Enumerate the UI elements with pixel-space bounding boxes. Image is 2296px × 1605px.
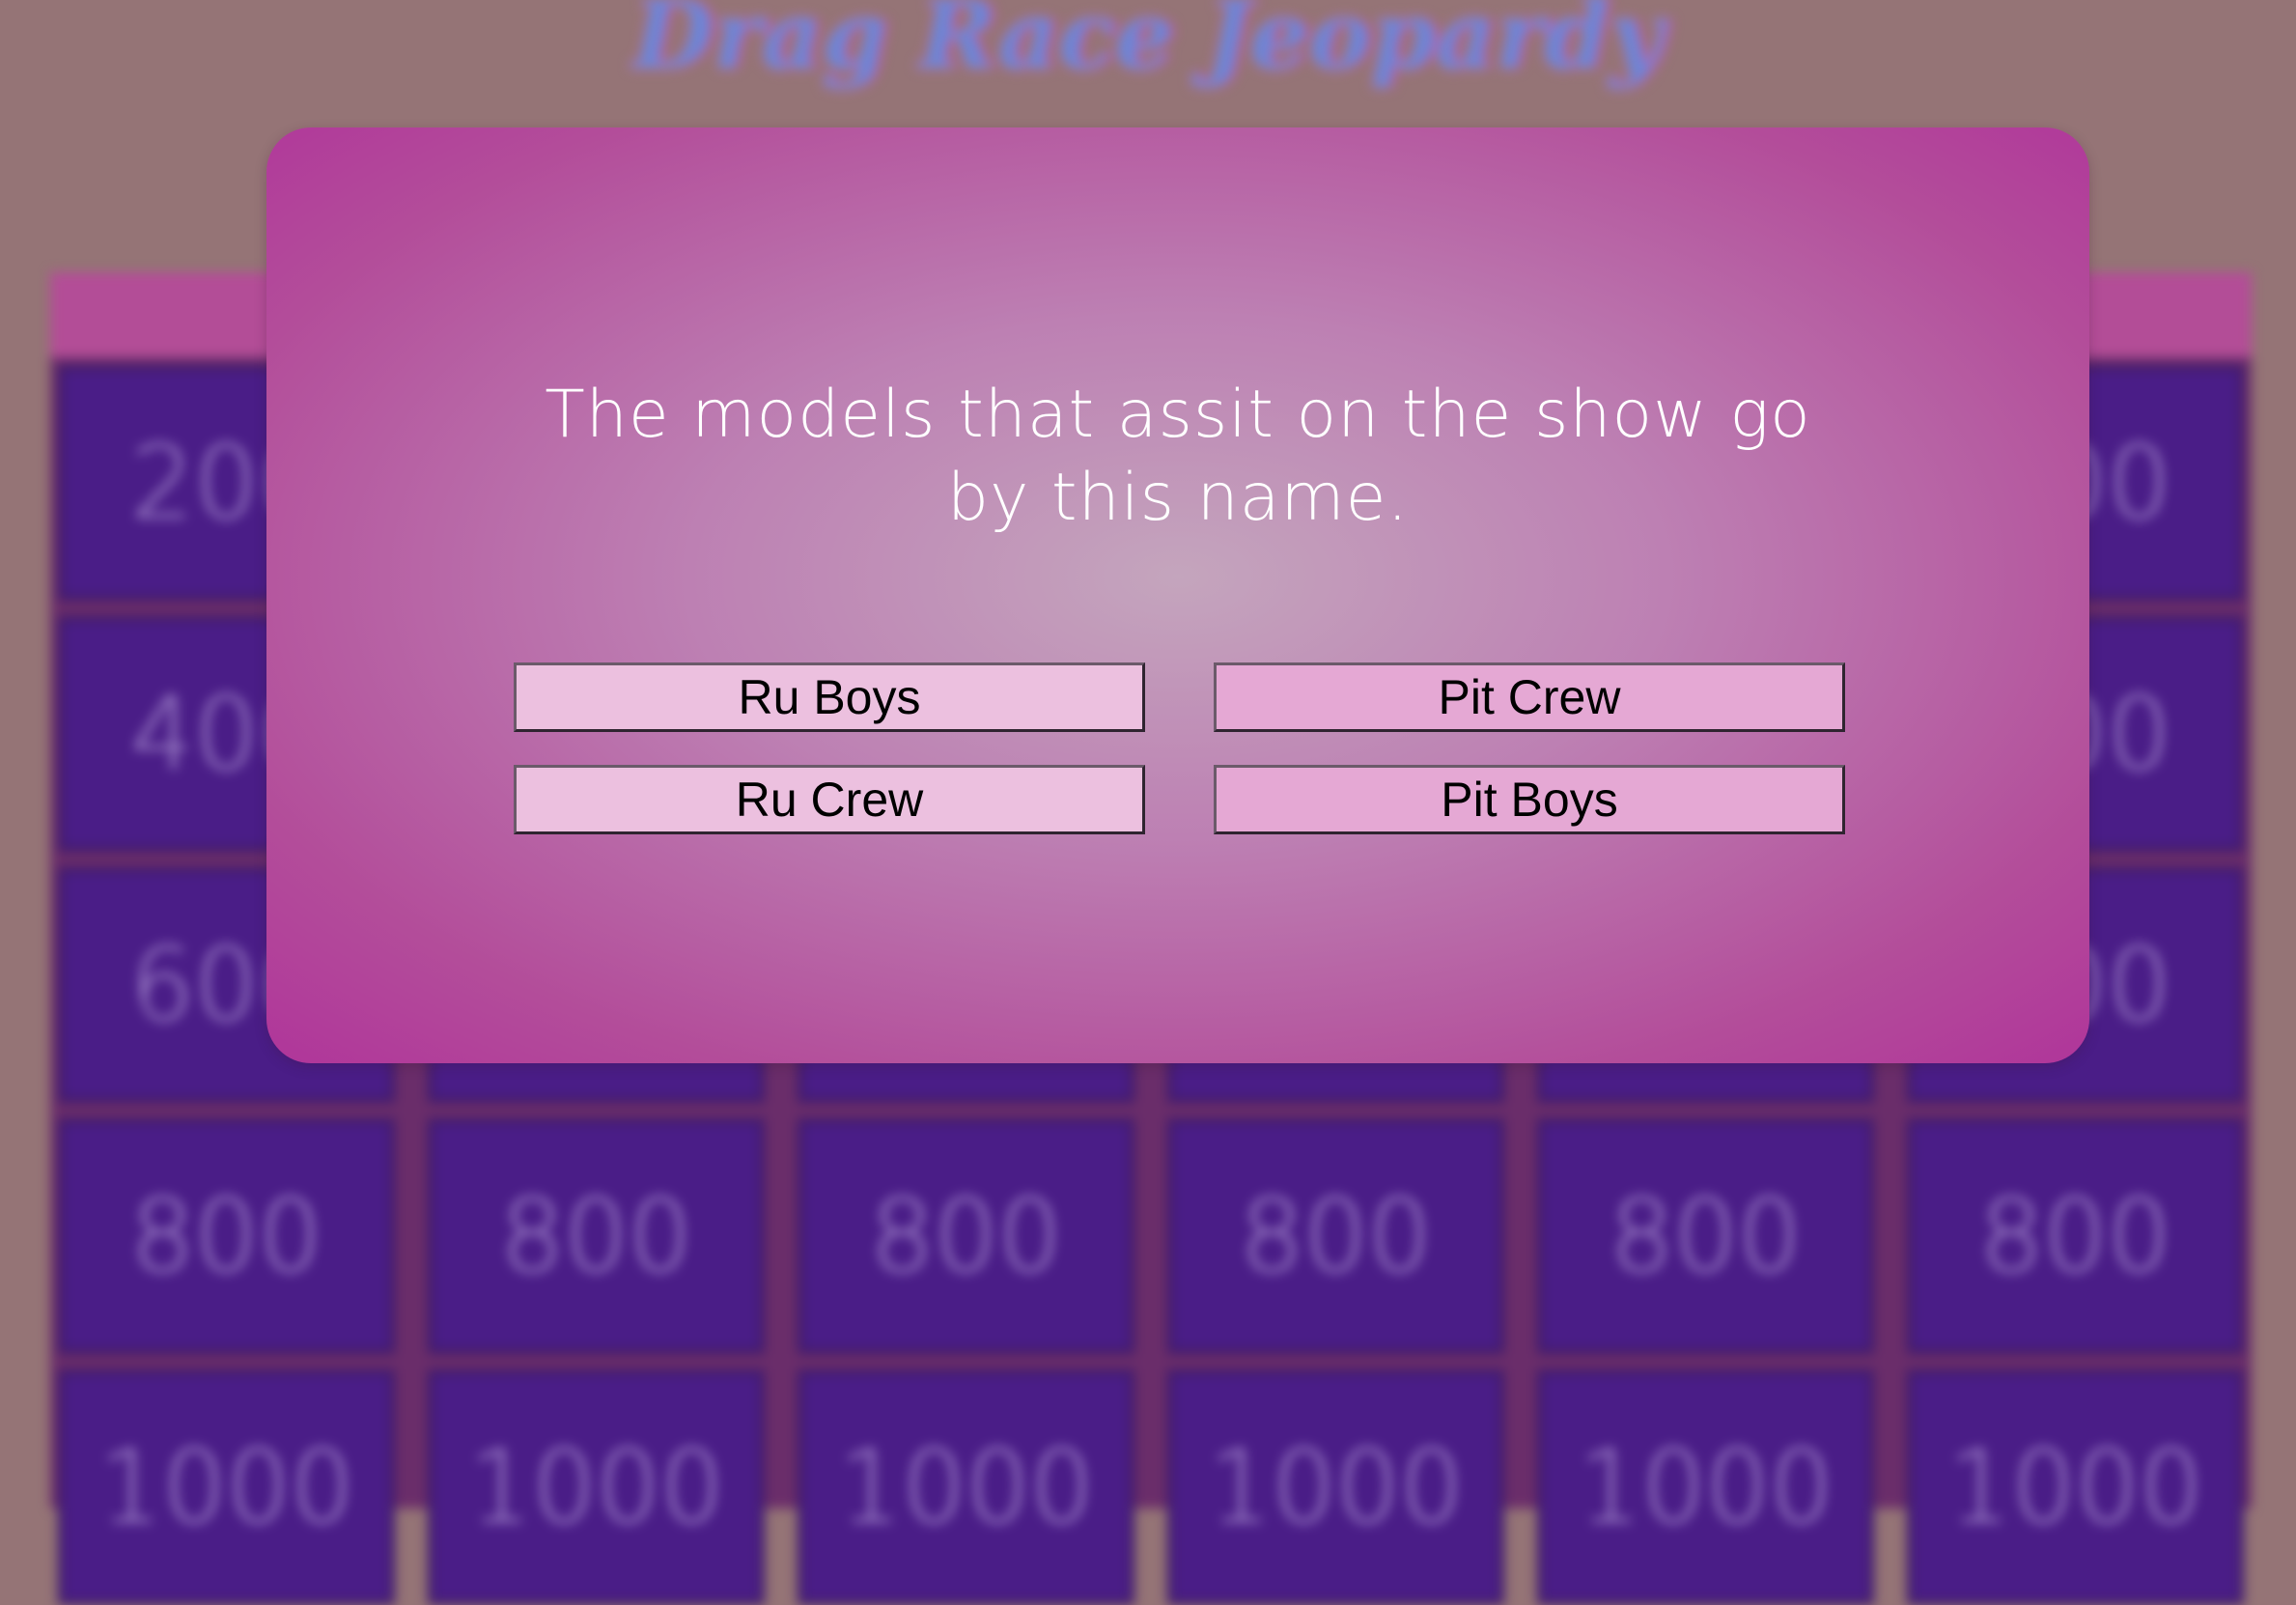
question-modal: The models that assit on the show go by … [266,127,2089,1063]
board-tile[interactable]: 1000 [1907,1369,2244,1605]
board-tile[interactable]: 1000 [798,1369,1134,1605]
answer-button-pit-boys[interactable]: Pit Boys [1214,765,1845,834]
board-tile[interactable]: 800 [1907,1118,2244,1354]
board-tile[interactable]: 800 [798,1118,1134,1354]
game-title: Drag Race Jeopardy [632,0,1664,90]
board-tile[interactable]: 800 [428,1118,765,1354]
board-tile[interactable]: 1000 [1537,1369,1874,1605]
answer-button-pit-crew[interactable]: Pit Crew [1214,662,1845,732]
question-text: The models that assit on the show go by … [545,377,1811,536]
board-tile[interactable]: 800 [58,1118,395,1354]
answer-button-ru-crew[interactable]: Ru Crew [514,765,1145,834]
board-tile[interactable]: 800 [1167,1118,1504,1354]
board-tile[interactable]: 1000 [428,1369,765,1605]
board-tile[interactable]: 800 [1537,1118,1874,1354]
board-tile[interactable]: 1000 [58,1369,395,1605]
answer-button-ru-boys[interactable]: Ru Boys [514,662,1145,732]
board-tile[interactable]: 1000 [1167,1369,1504,1605]
